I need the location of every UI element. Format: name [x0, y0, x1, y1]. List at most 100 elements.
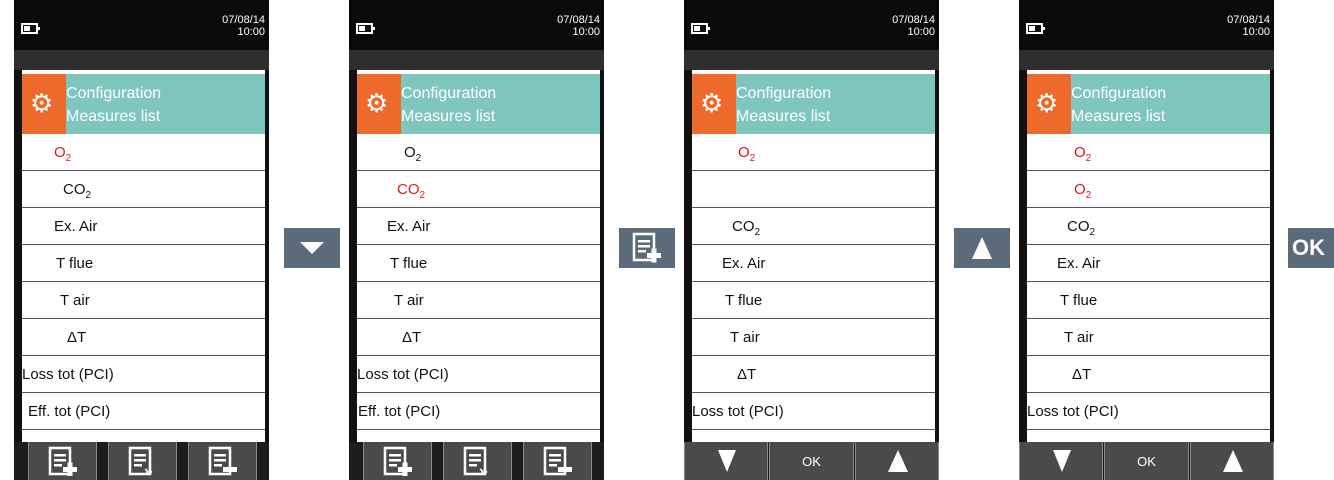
list-item[interactable]: O2 [22, 134, 265, 171]
date: 07/08/14 [892, 14, 935, 26]
list-item[interactable]: CO2 [22, 171, 265, 208]
list-item[interactable]: Ex. Air [1027, 245, 1270, 282]
list-move-icon: » [463, 446, 488, 476]
list-item[interactable]: Ex. Air [22, 208, 265, 245]
list-item[interactable]: Loss tot (PCI) [22, 356, 265, 393]
list-item[interactable]: T flue [357, 245, 600, 282]
list-item[interactable]: Loss tot (PCI) [692, 393, 935, 430]
date-time: 07/08/14 10:00 [892, 14, 935, 38]
battery-icon [691, 23, 710, 34]
gear-icon: ⚙ [1035, 88, 1059, 118]
add-measure-button[interactable] [28, 442, 97, 480]
ok-label: OK [1137, 454, 1156, 469]
ok-label: OK [802, 454, 821, 469]
ok-button[interactable]: OK [1104, 442, 1189, 480]
list-item[interactable]: Ex. Air [692, 245, 935, 282]
list-item[interactable]: ΔT [1027, 356, 1270, 393]
screen-3: 07/08/14 10:00 Configuration Measures li… [684, 0, 939, 480]
list-item[interactable]: Ex. Air [357, 208, 600, 245]
screen-2: 07/08/14 10:00 Configuration Measures li… [349, 0, 604, 480]
date-time: 07/08/14 10:00 [1227, 14, 1270, 38]
battery-icon [21, 23, 40, 34]
time: 10:00 [237, 26, 265, 38]
list-item[interactable]: T flue [692, 282, 935, 319]
list-item[interactable]: Loss tot (PCI) [357, 356, 600, 393]
arrow-down-icon [300, 242, 324, 254]
status-bar: 07/08/14 10:00 [1019, 0, 1274, 50]
list-item[interactable]: CO2 [1027, 208, 1270, 245]
up-arrow-step-button [954, 228, 1010, 268]
list-item[interactable]: CO2 [357, 171, 600, 208]
move-down-button[interactable] [1019, 442, 1103, 480]
arrow-up-icon [888, 450, 908, 472]
date: 07/08/14 [222, 14, 265, 26]
header-subtitle: Measures list [736, 108, 831, 125]
list-item[interactable]: T air [22, 282, 265, 319]
separator [349, 50, 604, 70]
time: 10:00 [1242, 26, 1270, 38]
add-step-button [619, 228, 675, 268]
measures-list-panel: Configuration Measures list ⚙ O2 CO2 Ex.… [692, 70, 935, 442]
list-item[interactable]: T air [692, 319, 935, 356]
separator [14, 50, 269, 70]
move-up-button[interactable] [855, 442, 939, 480]
settings-badge: ⚙ [357, 74, 401, 134]
list-item[interactable]: O2 [1027, 171, 1270, 208]
battery-icon [356, 23, 375, 34]
list-item[interactable]: ΔT [692, 356, 935, 393]
arrow-down-icon [1053, 450, 1071, 472]
list-item[interactable]: T flue [1027, 282, 1270, 319]
settings-badge: ⚙ [22, 74, 66, 134]
arrow-down-icon [718, 450, 736, 472]
header-subtitle: Measures list [401, 108, 496, 125]
remove-measure-button[interactable] [523, 442, 592, 480]
time: 10:00 [572, 26, 600, 38]
list-item[interactable]: ΔT [357, 319, 600, 356]
list-item[interactable]: ΔT [22, 319, 265, 356]
date-time: 07/08/14 10:00 [222, 14, 265, 38]
list-move-icon: » [128, 446, 153, 476]
gear-icon: ⚙ [700, 88, 724, 118]
remove-measure-button[interactable] [188, 442, 257, 480]
status-bar: 07/08/14 10:00 [14, 0, 269, 50]
svg-text:»: » [479, 463, 488, 476]
list-item[interactable]: T flue [22, 245, 265, 282]
list-item[interactable] [692, 171, 935, 208]
ok-step-label: OK [1292, 235, 1325, 260]
ok-step-button: OK [1288, 228, 1334, 268]
list-item[interactable]: O2 [1027, 134, 1270, 171]
list-item[interactable]: O2 [357, 134, 600, 171]
battery-icon [1026, 23, 1045, 34]
list-add-icon [383, 446, 412, 476]
list-item[interactable]: Eff. tot (PCI) [22, 393, 265, 430]
move-measure-button[interactable]: » [108, 442, 177, 480]
ok-button[interactable]: OK [769, 442, 854, 480]
separator [684, 50, 939, 70]
measures-list-panel: Configuration Measures list ⚙ O2 O2 CO2 … [1027, 70, 1270, 442]
move-up-button[interactable] [1190, 442, 1274, 480]
status-bar: 07/08/14 10:00 [349, 0, 604, 50]
header-subtitle: Measures list [66, 108, 161, 125]
list-remove-icon [543, 446, 572, 476]
list-item[interactable]: CO2 [692, 208, 935, 245]
arrow-up-icon [972, 237, 992, 259]
list-remove-icon [208, 446, 237, 476]
header-title: Configuration [66, 85, 162, 102]
list-item[interactable]: T air [357, 282, 600, 319]
screen-1: 07/08/14 10:00 Configuration Measures li… [14, 0, 269, 480]
list-item[interactable]: Eff. tot (PCI) [357, 393, 600, 430]
header-title: Configuration [736, 85, 832, 102]
measures-list-panel: Configuration Measures list ⚙ O2 CO2 Ex.… [22, 70, 265, 442]
list-item[interactable]: Loss tot (PCI) [1027, 393, 1270, 430]
gear-icon: ⚙ [365, 88, 389, 118]
down-arrow-step-button [284, 228, 340, 268]
move-down-button[interactable] [684, 442, 768, 480]
time: 10:00 [907, 26, 935, 38]
add-measure-button[interactable] [363, 442, 432, 480]
list-item[interactable]: O2 [692, 134, 935, 171]
list-item[interactable]: T air [1027, 319, 1270, 356]
svg-text:»: » [144, 463, 153, 476]
move-measure-button[interactable]: » [443, 442, 512, 480]
date: 07/08/14 [1227, 14, 1270, 26]
list-add-icon [48, 446, 77, 476]
